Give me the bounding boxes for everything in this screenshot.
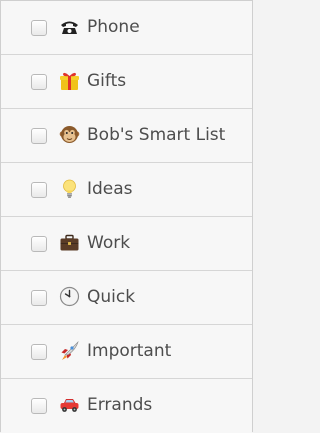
rocket-icon	[61, 340, 79, 360]
list-item-errands[interactable]: Errands	[1, 379, 252, 433]
lightbulb-icon	[63, 179, 76, 198]
list-label: Phone	[87, 17, 140, 37]
car-icon	[60, 399, 79, 412]
list-item-quick[interactable]: Quick	[1, 271, 252, 325]
monkey-face-icon	[59, 126, 80, 143]
list-checkbox[interactable]	[31, 74, 47, 90]
list-label: Work	[87, 233, 131, 253]
list-item-ideas[interactable]: Ideas	[1, 163, 252, 217]
list-item-bobs-smart-list[interactable]: Bob's Smart List	[1, 109, 252, 163]
list-item-phone[interactable]: Phone	[1, 1, 252, 55]
list-label: Errands	[87, 395, 153, 415]
list-checkbox[interactable]	[31, 182, 47, 198]
list-checkbox[interactable]	[31, 398, 47, 414]
list-item-work[interactable]: Work	[1, 217, 252, 271]
list-checkbox[interactable]	[31, 20, 47, 36]
clock-icon	[59, 286, 80, 307]
list-checkbox[interactable]	[31, 290, 47, 306]
lists-panel: Phone Gifts Bob's Smart List Ideas Work …	[0, 0, 253, 433]
telephone-icon	[61, 21, 78, 34]
list-item-gifts[interactable]: Gifts	[1, 55, 252, 109]
gift-icon	[60, 72, 79, 90]
list-checkbox[interactable]	[31, 128, 47, 144]
list-label: Ideas	[87, 179, 133, 199]
list-checkbox[interactable]	[31, 344, 47, 360]
list-checkbox[interactable]	[31, 236, 47, 252]
list-label: Gifts	[87, 71, 127, 91]
list-item-important[interactable]: Important	[1, 325, 252, 379]
list-label: Important	[87, 341, 172, 361]
list-label: Bob's Smart List	[87, 125, 226, 145]
briefcase-icon	[60, 234, 79, 251]
list-label: Quick	[87, 287, 136, 307]
